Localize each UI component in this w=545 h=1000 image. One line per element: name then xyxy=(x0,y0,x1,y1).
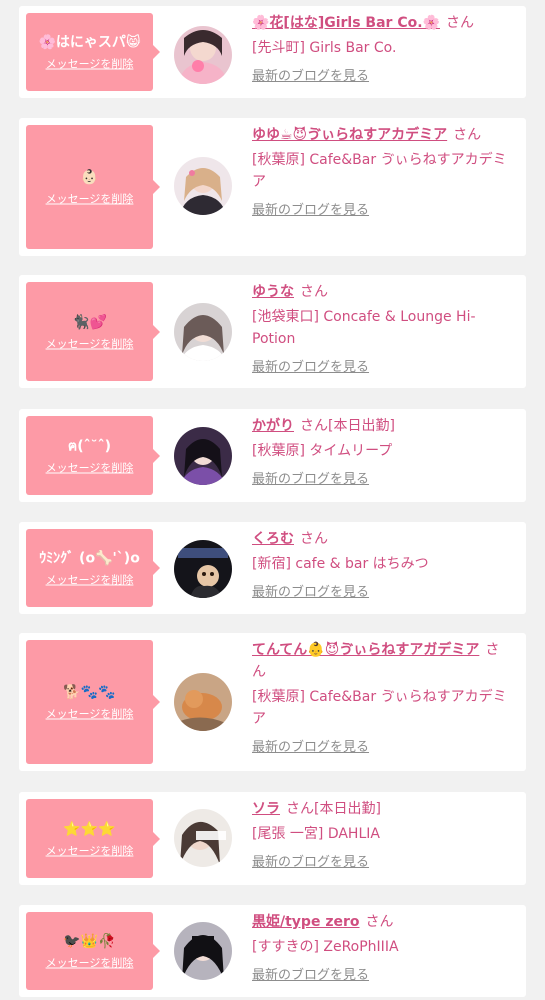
message-bubble: ฅ(ˆ˘ˆ) メッセージを削除 xyxy=(26,416,160,495)
honorific: さん xyxy=(453,127,482,143)
cast-name-link[interactable]: ゆゆ☕😈ゔぃらねすアカデミア xyxy=(252,127,447,143)
latest-blog-link[interactable]: 最新のブログを見る xyxy=(252,967,369,985)
avatar[interactable] xyxy=(174,157,232,215)
latest-blog-link[interactable]: 最新のブログを見る xyxy=(252,68,369,86)
entry-info: ソラ さん[本日出勤] [尾張 一宮] DAHLIA 最新のブログを見る xyxy=(252,798,510,873)
entry-info: かがり さん[本日出勤] [秋葉原] タイムリープ 最新のブログを見る xyxy=(252,415,510,490)
message-text: 🐦‍⬛👑🥀 xyxy=(63,933,116,950)
avatar[interactable] xyxy=(174,540,232,598)
cast-name-link[interactable]: かがり xyxy=(252,418,294,434)
message-card: ฅ(ˆ˘ˆ) メッセージを削除 かがり さん[本日出勤] [秋葉原] タイムリープ… xyxy=(19,409,526,502)
shop-name: [秋葉原] Cafe&Bar ゔぃらねすアカデミア xyxy=(252,152,507,190)
message-text: 🌸はにゃスパ😸 xyxy=(38,34,141,51)
message-text: ｳﾐﾝｸﾞ (o🦴'`)o xyxy=(39,550,140,567)
cast-name-link[interactable]: ソラ xyxy=(252,801,280,817)
message-text: 🐈‍⬛💕 xyxy=(72,314,107,330)
message-card: 🐈‍⬛💕 メッセージを削除 ゆうな さん [池袋東口] Concafe & Lou… xyxy=(19,275,526,388)
avatar[interactable] xyxy=(174,303,232,361)
delete-message-link[interactable]: メッセージを削除 xyxy=(46,461,134,475)
delete-message-link[interactable]: メッセージを削除 xyxy=(46,957,134,971)
status-text: [本日出勤] xyxy=(328,418,395,434)
latest-blog-link[interactable]: 最新のブログを見る xyxy=(252,739,369,757)
message-bubble: 👶🏻 メッセージを削除 xyxy=(26,125,160,249)
message-bubble: ⭐⭐⭐ メッセージを削除 xyxy=(26,799,160,878)
message-text: 👶🏻 xyxy=(80,169,99,186)
latest-blog-link[interactable]: 最新のブログを見る xyxy=(252,359,369,377)
message-card: 👶🏻 メッセージを削除 ゆゆ☕😈ゔぃらねすアカデミア さん [秋葉原] Cafe&… xyxy=(19,118,526,256)
avatar[interactable] xyxy=(174,809,232,867)
shop-name: [すすきの] ZeRoPhIIIA xyxy=(252,939,399,955)
entry-info: くろむ さん [新宿] cafe & bar はちみつ 最新のブログを見る xyxy=(252,528,510,603)
entry-info: ゆうな さん [池袋東口] Concafe & Lounge Hi-Potion … xyxy=(252,281,510,378)
message-text: 🐕🐾🐾 xyxy=(63,684,116,701)
latest-blog-link[interactable]: 最新のブログを見る xyxy=(252,202,369,220)
message-card: 🐦‍⬛👑🥀 メッセージを削除 黒姫/type zero さん [すすきの] ZeR… xyxy=(19,905,526,997)
message-bubble: 🌸はにゃスパ😸 メッセージを削除 xyxy=(26,13,160,91)
message-card: ⭐⭐⭐ メッセージを削除 ソラ さん[本日出勤] [尾張 一宮] DAHLIA 最… xyxy=(19,792,526,885)
delete-message-link[interactable]: メッセージを削除 xyxy=(46,844,134,858)
honorific: さん xyxy=(300,284,328,300)
honorific: さん xyxy=(300,418,328,434)
latest-blog-link[interactable]: 最新のブログを見る xyxy=(252,854,369,872)
latest-blog-link[interactable]: 最新のブログを見る xyxy=(252,584,369,602)
cast-name-link[interactable]: 黒姫/type zero xyxy=(252,914,360,930)
entry-info: 🌸花[はな]Girls Bar Co.🌸 さん [先斗町] Girls Bar C… xyxy=(252,12,510,87)
cast-name-link[interactable]: ゆうな xyxy=(252,284,294,300)
message-text: ฅ(ˆ˘ˆ) xyxy=(67,438,112,454)
avatar[interactable] xyxy=(174,26,232,84)
avatar[interactable] xyxy=(174,922,232,980)
message-bubble: 🐦‍⬛👑🥀 メッセージを削除 xyxy=(26,912,160,990)
message-bubble: 🐕🐾🐾 メッセージを削除 xyxy=(26,640,160,764)
message-card: 🐕🐾🐾 メッセージを削除 てんてん👶😈ゔぃらねすアガデミア さん [秋葉原] Ca… xyxy=(19,633,526,771)
entry-info: 黒姫/type zero さん [すすきの] ZeRoPhIIIA 最新のブログを… xyxy=(252,911,510,986)
message-text: ⭐⭐⭐ xyxy=(63,821,116,837)
delete-message-link[interactable]: メッセージを削除 xyxy=(46,337,134,351)
shop-name: [新宿] cafe & bar はちみつ xyxy=(252,556,429,572)
delete-message-link[interactable]: メッセージを削除 xyxy=(46,193,134,207)
latest-blog-link[interactable]: 最新のブログを見る xyxy=(252,471,369,489)
entry-info: てんてん👶😈ゔぃらねすアガデミア さん [秋葉原] Cafe&Bar ゔぃらねすア… xyxy=(252,639,510,758)
message-bubble: 🐈‍⬛💕 メッセージを削除 xyxy=(26,282,160,381)
message-card: ｳﾐﾝｸﾞ (o🦴'`)o メッセージを削除 くろむ さん [新宿] cafe &… xyxy=(19,522,526,614)
shop-name: [秋葉原] Cafe&Bar ゔぃらねすアカデミア xyxy=(252,689,507,727)
entry-info: ゆゆ☕😈ゔぃらねすアカデミア さん [秋葉原] Cafe&Bar ゔぃらねすアカデ… xyxy=(252,124,510,221)
honorific: さん xyxy=(286,801,314,817)
honorific: さん xyxy=(445,15,474,31)
shop-name: [尾張 一宮] DAHLIA xyxy=(252,826,380,842)
shop-name: [先斗町] Girls Bar Co. xyxy=(252,40,397,56)
honorific: さん xyxy=(365,914,394,930)
honorific: さん xyxy=(300,531,328,547)
delete-message-link[interactable]: メッセージを削除 xyxy=(46,708,134,722)
cast-name-link[interactable]: くろむ xyxy=(252,531,294,547)
shop-name: [秋葉原] タイムリープ xyxy=(252,443,393,459)
delete-message-link[interactable]: メッセージを削除 xyxy=(46,58,134,72)
status-text: [本日出勤] xyxy=(314,801,381,817)
shop-name: [池袋東口] Concafe & Lounge Hi-Potion xyxy=(252,309,476,347)
avatar[interactable] xyxy=(174,427,232,485)
cast-name-link[interactable]: てんてん👶😈ゔぃらねすアガデミア xyxy=(252,642,479,658)
message-bubble: ｳﾐﾝｸﾞ (o🦴'`)o メッセージを削除 xyxy=(26,529,160,607)
avatar[interactable] xyxy=(174,673,232,731)
delete-message-link[interactable]: メッセージを削除 xyxy=(46,574,134,588)
message-card: 🌸はにゃスパ😸 メッセージを削除 🌸花[はな]Girls Bar Co.🌸 さん … xyxy=(19,6,526,98)
cast-name-link[interactable]: 🌸花[はな]Girls Bar Co.🌸 xyxy=(252,15,440,31)
